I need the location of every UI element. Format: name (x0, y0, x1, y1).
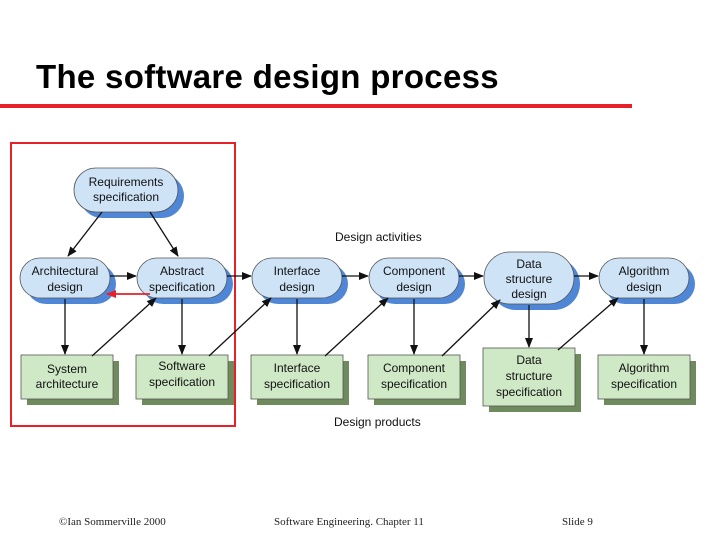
activity-algorithm-design: Algorithm design (598, 257, 695, 304)
design-products-caption: Design products (334, 415, 421, 429)
system-architecture-line1: System (47, 362, 87, 376)
arrow-sys-to-abs (91, 297, 157, 357)
architectural-design-line1: Architectural (32, 264, 99, 278)
activity-interface-design: Interface design (251, 257, 348, 304)
interface-design-line2: design (279, 280, 314, 294)
data-structure-design-line3: design (511, 287, 546, 301)
footer-slide-number: Slide 9 (562, 516, 593, 528)
requirements-node: Requirements specification (73, 167, 184, 218)
data-structure-specification-line2: structure (506, 369, 553, 383)
product-software-specification: Software specification (135, 354, 234, 405)
design-process-diagram: Requirements specification Architectural… (10, 142, 696, 429)
interface-specification-line1: Interface (274, 361, 321, 375)
arrow-sws-to-iface (208, 297, 272, 357)
product-system-architecture: System architecture (20, 354, 119, 405)
requirements-label-line1: Requirements (89, 175, 164, 189)
abstract-specification-line2: specification (149, 280, 215, 294)
footer-copyright: ©Ian Sommerville 2000 (59, 516, 166, 528)
activity-abstract-specification: Abstract specification (136, 257, 233, 304)
algorithm-specification-line2: specification (611, 377, 677, 391)
product-data-structure-specification: Data structure specification (482, 347, 581, 412)
component-design-line2: design (396, 280, 431, 294)
arrow-req-to-abs (149, 211, 179, 257)
product-algorithm-specification: Algorithm specification (597, 354, 696, 405)
arrow-ifs-to-comp (324, 297, 389, 357)
data-structure-specification-line1: Data (516, 353, 542, 367)
data-structure-design-line1: Data (516, 257, 542, 271)
software-specification-line2: specification (149, 375, 215, 389)
software-specification-line1: Software (158, 359, 206, 373)
data-structure-design-line2: structure (506, 272, 553, 286)
interface-specification-line2: specification (264, 377, 330, 391)
activity-component-design: Component design (368, 257, 465, 304)
product-interface-specification: Interface specification (250, 354, 349, 405)
design-activities-caption: Design activities (335, 230, 422, 244)
data-structure-specification-line3: specification (496, 385, 562, 399)
footer-course: Software Engineering. Chapter 11 (274, 516, 424, 528)
algorithm-design-line1: Algorithm (619, 264, 670, 278)
component-specification-line1: Component (383, 361, 446, 375)
requirements-label-line2: specification (93, 190, 159, 204)
component-design-line1: Component (383, 264, 446, 278)
activity-architectural-design: Architectural design (19, 257, 116, 304)
abstract-specification-line1: Abstract (160, 264, 205, 278)
architectural-design-line2: design (47, 280, 82, 294)
algorithm-specification-line1: Algorithm (619, 361, 670, 375)
algorithm-design-line2: design (626, 280, 661, 294)
arrow-req-to-arch (67, 211, 103, 257)
system-architecture-line2: architecture (36, 377, 99, 391)
interface-design-line1: Interface (274, 264, 321, 278)
component-specification-line2: specification (381, 377, 447, 391)
product-component-specification: Component specification (367, 354, 466, 405)
